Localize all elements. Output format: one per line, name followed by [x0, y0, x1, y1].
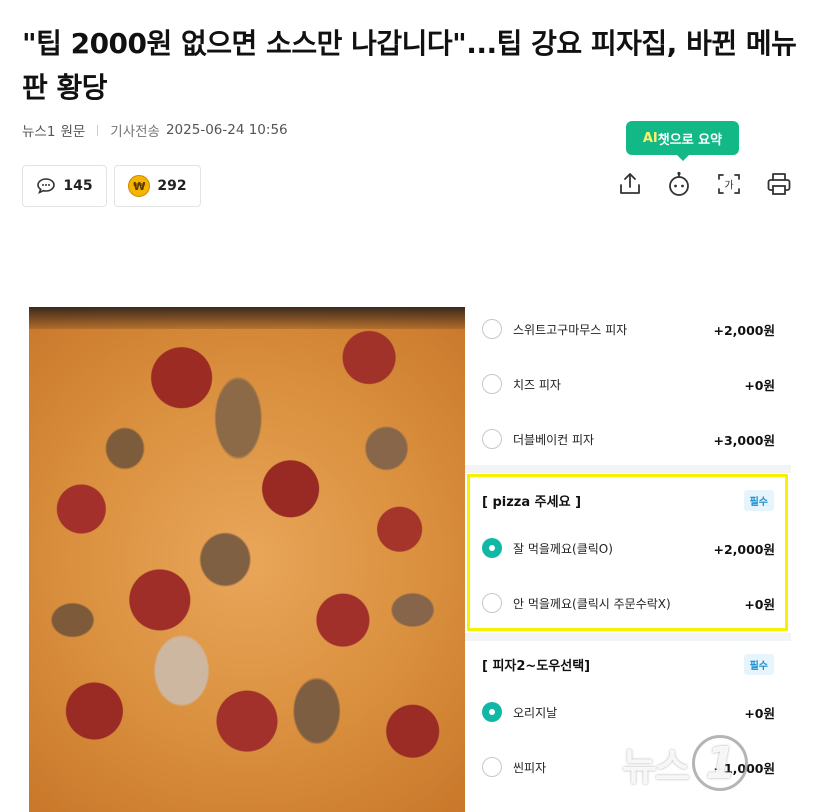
- comment-count: 145: [63, 178, 93, 194]
- option-name: 스위트고구마무스 피자: [513, 322, 628, 337]
- reaction-button[interactable]: ₩ 292: [114, 165, 201, 207]
- ai-label: AI: [642, 130, 658, 146]
- section-title: [ 피자2~도우선택]: [482, 658, 591, 674]
- option-price: +0원: [744, 377, 775, 393]
- font-size-button[interactable]: 가: [713, 168, 745, 200]
- news1-watermark: 뉴스 1: [622, 735, 748, 791]
- print-button[interactable]: [763, 168, 795, 200]
- option-price: +2,000원: [713, 541, 775, 557]
- menu-option[interactable]: 더블베이컨 피자 +3,000원: [465, 424, 791, 454]
- ai-summary-label: 챗으로 요약: [657, 132, 723, 148]
- option-name: 치즈 피자: [513, 377, 561, 392]
- menu-option[interactable]: 스위트고구마무스 피자 +2,000원: [465, 314, 791, 344]
- option-price: +0원: [744, 705, 775, 721]
- source-name[interactable]: 뉴스1: [22, 120, 55, 140]
- option-price: +0원: [744, 596, 775, 612]
- option-name: 오리지날: [513, 705, 558, 720]
- comment-icon: [37, 178, 56, 195]
- chatbot-icon: [669, 171, 689, 196]
- print-icon: [767, 173, 791, 195]
- share-icon: [620, 173, 640, 194]
- option-price: +3,000원: [713, 432, 775, 448]
- section-divider: [465, 465, 791, 473]
- font-size-icon: 가: [718, 174, 740, 194]
- required-badge: 필수: [743, 489, 774, 511]
- comment-button[interactable]: 145: [22, 165, 107, 207]
- radio-button[interactable]: [482, 374, 502, 394]
- article-headline: "팁 2000원 없으면 소스만 나갑니다"...팁 강요 피자집, 바뀐 메뉴…: [22, 27, 797, 104]
- pizza-photo: [29, 307, 465, 812]
- article-meta: 뉴스1 원문 기사전송 2025-06-24 10:56: [22, 120, 288, 140]
- radio-button[interactable]: [482, 757, 502, 777]
- tip-option-decline[interactable]: 안 먹을께요(클릭시 주문수락X) +0원: [465, 588, 791, 618]
- radio-button-selected[interactable]: [482, 702, 502, 722]
- pizza-crust: [29, 307, 465, 329]
- radio-button[interactable]: [482, 429, 502, 449]
- chatbot-button[interactable]: [663, 168, 695, 200]
- watermark-numeral: 1: [691, 735, 748, 791]
- tip-option-accept[interactable]: 잘 먹을께요(클릭O) +2,000원: [465, 533, 791, 563]
- divider: [97, 124, 99, 136]
- option-price: +2,000원: [713, 322, 775, 338]
- watermark-text: 뉴스: [622, 744, 690, 789]
- svg-text:가: 가: [724, 180, 733, 192]
- menu-option[interactable]: 치즈 피자 +0원: [465, 369, 791, 399]
- section-title: [ pizza 주세요 ]: [482, 494, 582, 510]
- coin-icon: ₩: [128, 175, 151, 197]
- option-name: 안 먹을께요(클릭시 주문수락X): [513, 596, 671, 611]
- sent-label: 기사전송: [110, 124, 160, 140]
- reaction-count: 292: [157, 178, 187, 194]
- article-datetime: 2025-06-24 10:56: [165, 122, 288, 138]
- section-divider: [465, 633, 791, 641]
- original-link[interactable]: 원문: [60, 120, 85, 140]
- dough-section-header: [ 피자2~도우선택] 필수: [465, 649, 791, 679]
- required-badge: 필수: [743, 653, 774, 675]
- radio-button[interactable]: [482, 319, 502, 339]
- dough-option[interactable]: 오리지날 +0원: [465, 697, 791, 727]
- share-button[interactable]: [614, 168, 646, 200]
- option-name: 잘 먹을께요(클릭O): [513, 541, 613, 556]
- radio-button[interactable]: [482, 593, 502, 613]
- ai-summary-tooltip[interactable]: AI 챗으로 요약: [626, 121, 739, 161]
- tip-section-header: [ pizza 주세요 ] 필수: [465, 485, 791, 515]
- radio-button-selected[interactable]: [482, 538, 502, 558]
- option-name: 더블베이컨 피자: [513, 432, 595, 447]
